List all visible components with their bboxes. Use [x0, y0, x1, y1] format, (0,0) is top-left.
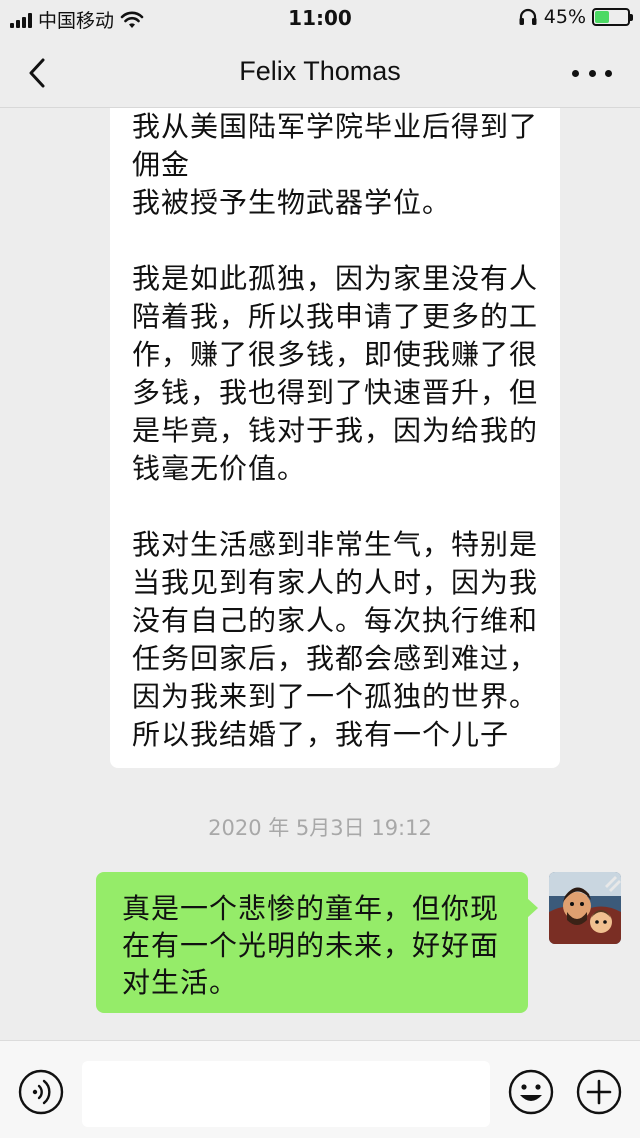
- incoming-message-bubble[interactable]: 我从美国陆军学院毕业后得到了佣金 我被授予生物武器学位。 我是如此孤独，因为家里…: [110, 108, 560, 768]
- message-timestamp: 2020 年 5月3日 19:12: [208, 816, 432, 840]
- headphones-icon: [519, 8, 537, 25]
- chat-title: Felix Thomas: [239, 56, 401, 86]
- message-text: 真是一个悲惨的童年，但你现在有一个光明的未来，好好面对生活。: [122, 892, 500, 999]
- plus-icon[interactable]: [576, 1069, 622, 1115]
- more-dots-icon[interactable]: [572, 58, 612, 88]
- chat-area[interactable]: 我从美国陆军学院毕业后得到了佣金 我被授予生物武器学位。 我是如此孤独，因为家里…: [0, 108, 640, 1040]
- nav-bar: Felix Thomas: [0, 36, 640, 108]
- message-input[interactable]: [82, 1061, 490, 1127]
- voice-icon[interactable]: [18, 1069, 64, 1115]
- message-paragraph: 我是如此孤独，因为家里没有人陪着我，所以我申请了更多的工作，赚了很多钱，即使我赚…: [132, 262, 539, 485]
- message-paragraph: 我对生活感到非常生气，特别是当我见到有家人的人时，因为我没有自己的家人。每次执行…: [132, 528, 539, 751]
- outgoing-message-bubble[interactable]: 真是一个悲惨的童年，但你现在有一个光明的未来，好好面对生活。: [96, 872, 538, 1013]
- status-bar: 中国移动 11:00 45%: [0, 0, 640, 36]
- message-paragraph: 我从美国陆军学院毕业后得到了佣金 我被授予生物武器学位。: [132, 110, 539, 219]
- input-bar: [0, 1040, 640, 1138]
- status-right: 45%: [518, 6, 633, 28]
- battery-percent: 45%: [543, 6, 586, 28]
- battery-level: [595, 11, 610, 23]
- avatar[interactable]: [549, 872, 621, 944]
- emoji-icon[interactable]: [508, 1069, 554, 1115]
- battery-icon: [592, 8, 633, 26]
